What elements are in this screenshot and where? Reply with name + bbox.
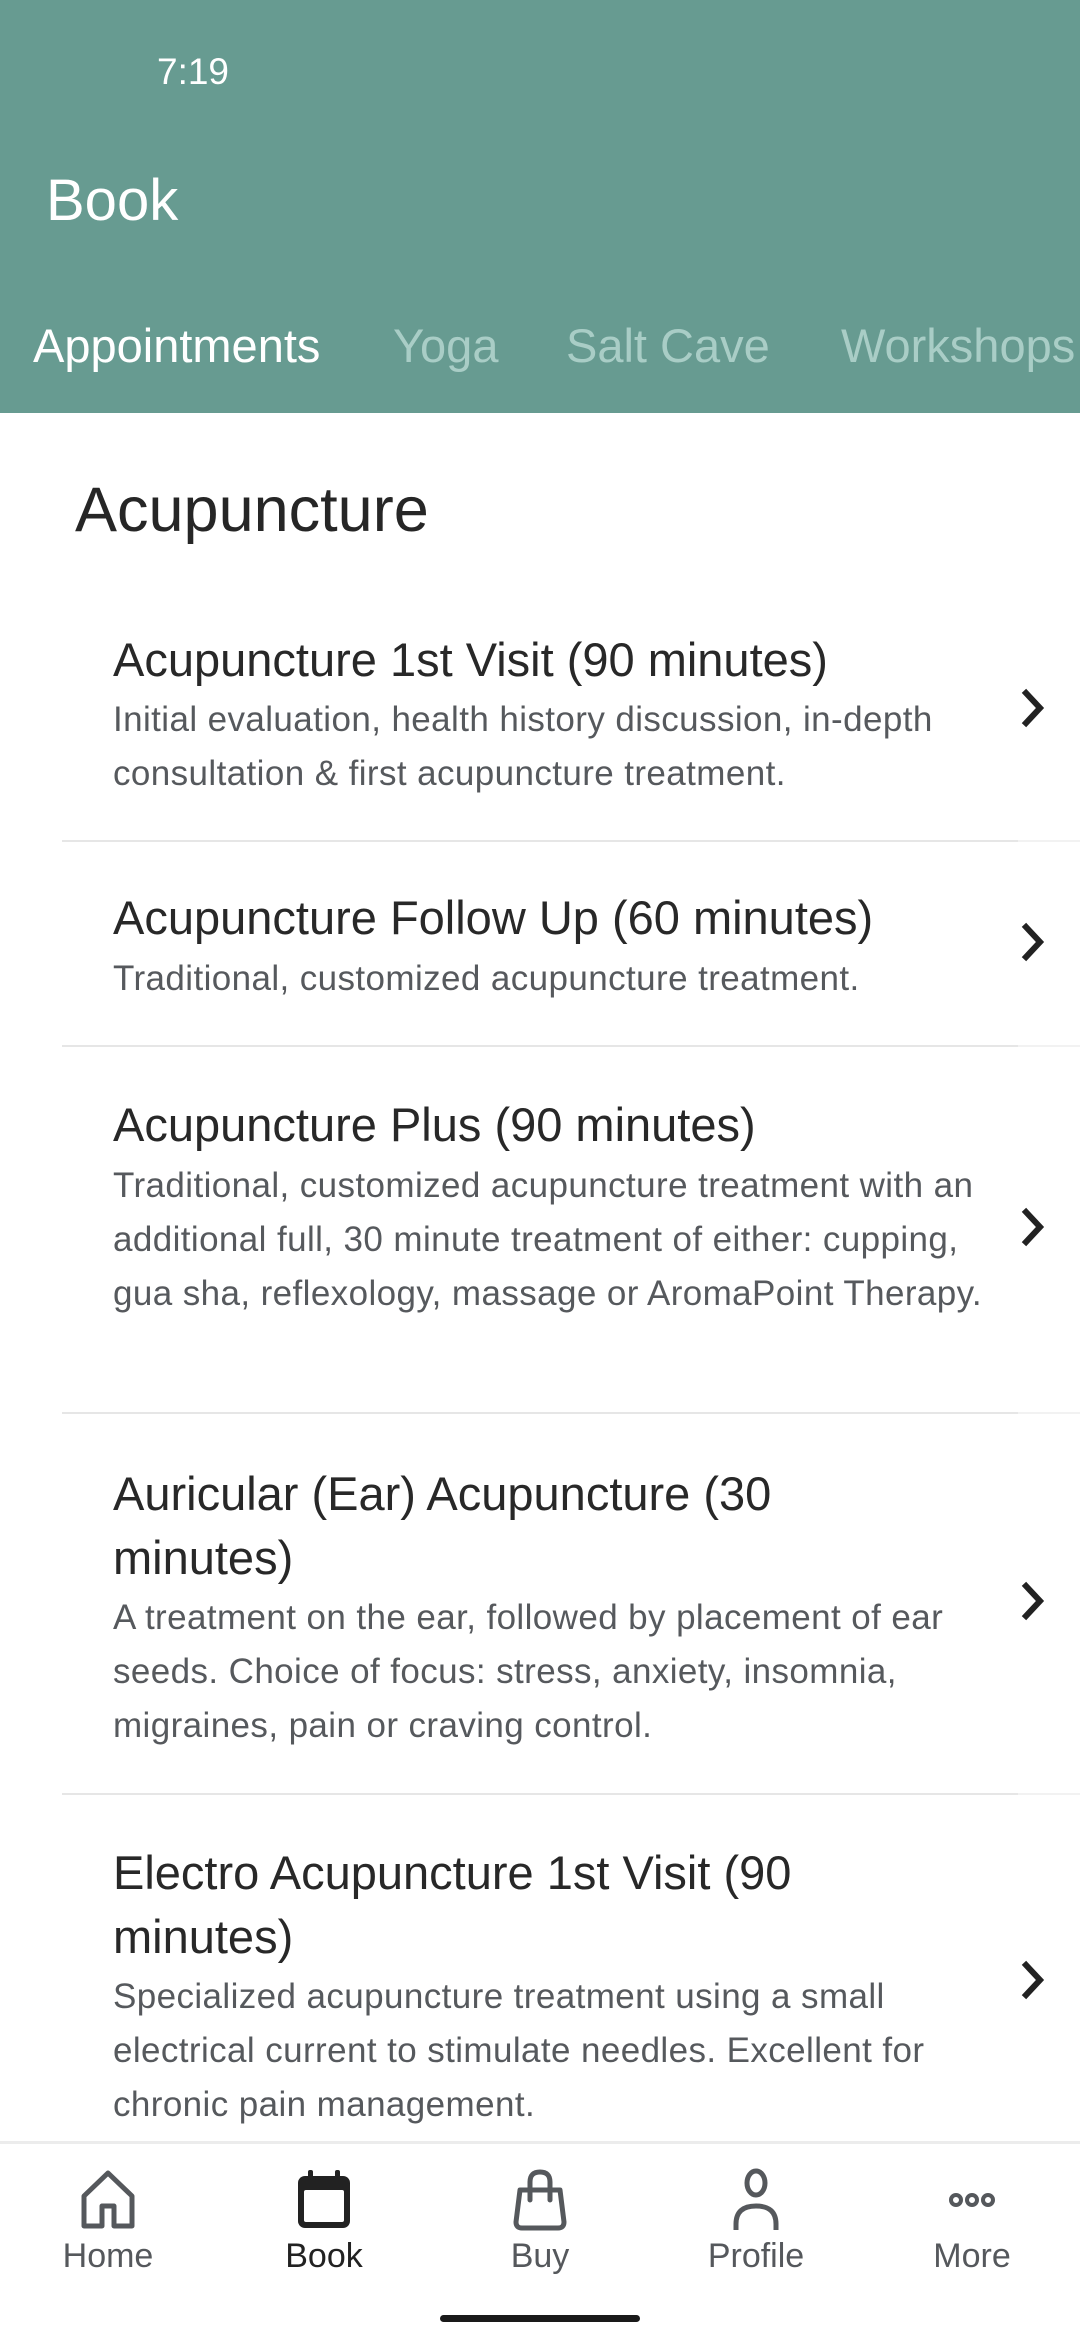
nav-book[interactable]: Book xyxy=(216,2144,432,2284)
item-title: Acupuncture Follow Up (60 minutes) xyxy=(113,891,874,944)
nav-home[interactable]: Home xyxy=(0,2144,216,2284)
item-description: Traditional, customized acupuncture trea… xyxy=(113,959,860,998)
list-item-auricular-acupuncture[interactable]: Auricular (Ear) Acupuncture (30 minutes)… xyxy=(0,1414,1080,1793)
bottom-navigation: Home Book Buy Profile More xyxy=(0,2141,1080,2340)
shopping-bag-icon xyxy=(513,2169,567,2231)
chevron-right-icon xyxy=(1021,922,1045,962)
tab-appointments[interactable]: Appointments xyxy=(33,318,320,374)
item-title: Electro Acupuncture 1st Visit (90 minute… xyxy=(113,1846,792,1963)
item-title: Auricular (Ear) Acupuncture (30 minutes) xyxy=(113,1467,772,1584)
nav-label: Book xyxy=(285,2237,363,2275)
list-item-acupuncture-follow-up[interactable]: Acupuncture Follow Up (60 minutes) Tradi… xyxy=(0,842,1080,1045)
more-dots-icon xyxy=(949,2193,995,2207)
tab-yoga[interactable]: Yoga xyxy=(393,318,498,374)
nav-label: Buy xyxy=(510,2237,570,2275)
list-item-electro-acupuncture[interactable]: Electro Acupuncture 1st Visit (90 minute… xyxy=(0,1795,1080,2140)
item-description: Traditional, customized acupuncture trea… xyxy=(113,1166,983,1313)
nav-label: Profile xyxy=(707,2237,805,2275)
tab-workshops[interactable]: Workshops xyxy=(841,318,1075,374)
tab-salt-cave[interactable]: Salt Cave xyxy=(566,318,770,374)
list-item-acupuncture-plus[interactable]: Acupuncture Plus (90 minutes) Traditiona… xyxy=(0,1047,1080,1412)
item-title: Acupuncture 1st Visit (90 minutes) xyxy=(113,633,828,686)
nav-more[interactable]: More xyxy=(864,2144,1080,2284)
category-tabs: Appointments Yoga Salt Cave Workshops xyxy=(0,318,1080,378)
nav-label: Home xyxy=(62,2237,154,2275)
section-heading: Acupuncture xyxy=(75,475,429,545)
nav-buy[interactable]: Buy xyxy=(432,2144,648,2284)
calendar-icon xyxy=(298,2170,350,2228)
nav-profile[interactable]: Profile xyxy=(648,2144,864,2284)
item-description: A treatment on the ear, followed by plac… xyxy=(113,1598,944,1745)
home-icon xyxy=(81,2170,135,2229)
person-icon xyxy=(733,2168,779,2230)
chevron-right-icon xyxy=(1021,1960,1045,2000)
nav-label: More xyxy=(933,2237,1011,2275)
page-title: Book xyxy=(46,168,179,233)
status-bar-time: 7:19 xyxy=(157,51,230,92)
item-description: Initial evaluation, health history discu… xyxy=(113,700,933,793)
item-title: Acupuncture Plus (90 minutes) xyxy=(113,1098,756,1151)
home-indicator[interactable] xyxy=(440,2315,640,2322)
app-header: 7:19 Book Appointments Yoga Salt Cave Wo… xyxy=(0,0,1080,413)
chevron-right-icon xyxy=(1021,688,1045,728)
book-screen: 7:19 Book Appointments Yoga Salt Cave Wo… xyxy=(0,0,1080,2340)
item-description: Specialized acupuncture treatment using … xyxy=(113,1977,925,2124)
chevron-right-icon xyxy=(1021,1207,1045,1247)
chevron-right-icon xyxy=(1021,1581,1045,1621)
list-item-acupuncture-1st-visit[interactable]: Acupuncture 1st Visit (90 minutes) Initi… xyxy=(0,620,1080,840)
